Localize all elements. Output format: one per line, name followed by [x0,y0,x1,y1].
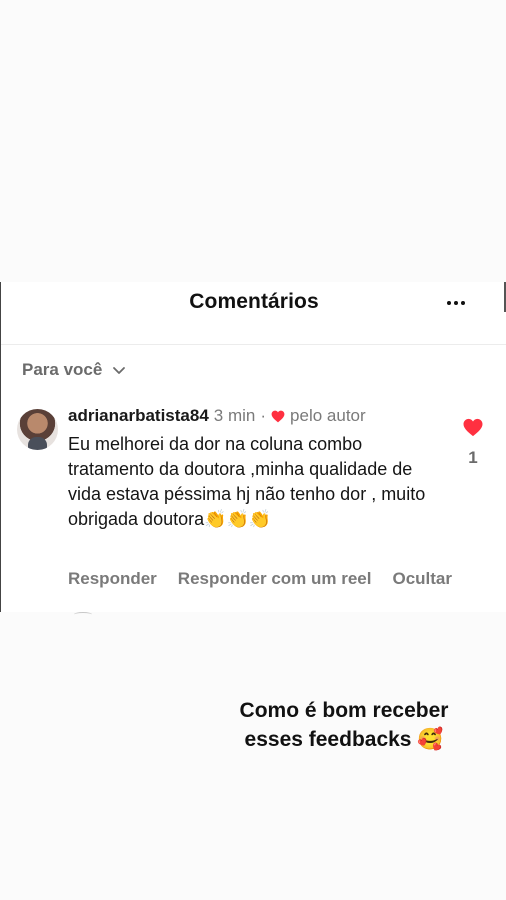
like-heart-icon[interactable] [462,418,484,437]
reply-button[interactable]: Responder [68,569,157,589]
reply-with-reel-button[interactable]: Responder com um reel [178,569,372,589]
meta-separator: · [260,406,267,425]
comments-header: Comentários [1,282,506,344]
filter-label: Para você [22,360,103,379]
like-count: 1 [468,448,478,467]
comment-username[interactable]: adrianarbatista84 [68,406,209,426]
chevron-down-icon [113,367,126,374]
caption-line-1: Como é bom receber [239,699,449,722]
header-divider [1,344,506,345]
author-heart-icon [271,410,285,422]
comment-actions: Responder Responder com um reel Ocultar [68,569,452,589]
next-comment-avatar [74,612,92,617]
caption-line-2: esses feedbacks 🥰 [244,728,444,751]
story-caption: Como é bom receber esses feedbacks 🥰 [0,696,506,754]
avatar[interactable] [17,409,58,450]
comment-text: Eu melhorei da dor na coluna combo trata… [68,434,426,529]
more-options-icon[interactable] [443,290,469,316]
comments-sheet: Comentários Para você adrianarbatista84 … [0,282,506,612]
liked-by-author-label: pelo autor [290,406,366,425]
hide-button[interactable]: Ocultar [392,569,452,589]
comments-title: Comentários [189,290,319,313]
comment-filter-dropdown[interactable]: Para você [22,360,126,380]
comment-time: 3 min [213,406,256,425]
comment-meta: adrianarbatista84 3 min · pelo autor [68,406,366,426]
